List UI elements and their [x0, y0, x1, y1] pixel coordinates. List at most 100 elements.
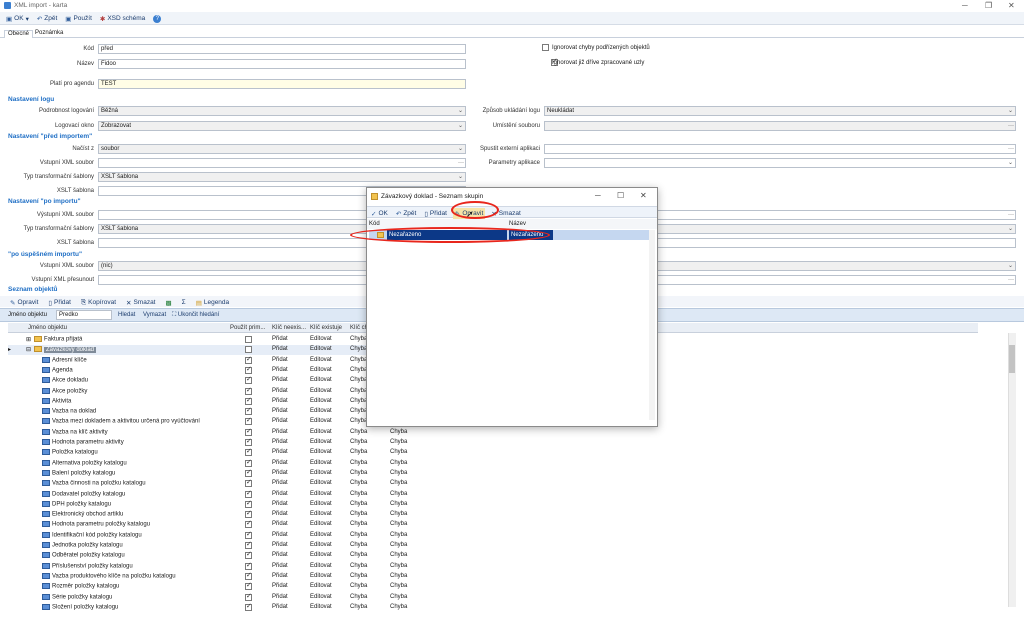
row-cell-d[interactable]: Chyba: [390, 594, 407, 600]
dialog-ok-button[interactable]: ✓ OK: [369, 208, 390, 219]
row-cell-b[interactable]: Editovat: [310, 470, 332, 476]
row-primary-checkbox[interactable]: [245, 437, 252, 446]
row-cell-a[interactable]: Přidat: [272, 573, 288, 579]
row-cell-b[interactable]: Editovat: [310, 418, 332, 424]
row-cell-d[interactable]: Chyba: [390, 552, 407, 558]
row-cell-c[interactable]: Chyba: [350, 521, 367, 527]
col-name[interactable]: Jméno objektu: [28, 325, 67, 331]
row-cell-a[interactable]: Přidat: [272, 357, 288, 363]
table-row[interactable]: Vazba mezi dokladem a aktivitou určená p…: [8, 416, 428, 427]
table-row[interactable]: Odběratel položky katalogu Přidat Editovat…: [8, 550, 428, 561]
row-cell-c[interactable]: Chyba: [350, 367, 367, 373]
row-cell-d[interactable]: Chyba: [390, 511, 407, 517]
ellipsis-icon[interactable]: ···: [1008, 211, 1014, 219]
zpusob-select[interactable]: Neukládat ⌄: [544, 106, 1016, 116]
row-cell-b[interactable]: Editovat: [310, 573, 332, 579]
row-cell-a[interactable]: Přidat: [272, 429, 288, 435]
row-cell-b[interactable]: Editovat: [310, 336, 332, 342]
row-cell-b[interactable]: Editovat: [310, 346, 332, 352]
ellipsis-icon[interactable]: ···: [1008, 145, 1014, 153]
row-cell-b[interactable]: Editovat: [310, 491, 332, 497]
find-button[interactable]: Hledat: [118, 312, 135, 318]
row-cell-d[interactable]: Chyba: [390, 542, 407, 548]
excel-button[interactable]: ▩: [164, 297, 174, 308]
row-cell-b[interactable]: Editovat: [310, 460, 332, 466]
row-primary-checkbox[interactable]: [245, 386, 252, 395]
table-row[interactable]: Hodnota parametru aktivity Přidat Editovat…: [8, 437, 428, 448]
row-cell-b[interactable]: Editovat: [310, 398, 332, 404]
row-cell-b[interactable]: Editovat: [310, 357, 332, 363]
row-cell-c[interactable]: Chyba: [350, 388, 367, 394]
tab-general[interactable]: Obecné: [4, 30, 34, 38]
row-primary-checkbox[interactable]: [245, 396, 252, 405]
legend-button[interactable]: ▤ Legenda: [194, 297, 231, 308]
row-cell-c[interactable]: Chyba: [350, 470, 367, 476]
table-row[interactable]: Alternativa položky katalogu Přidat Editov…: [8, 458, 428, 469]
vstupni-field[interactable]: ···: [98, 158, 466, 168]
row-cell-b[interactable]: Editovat: [310, 563, 332, 569]
dialog-col-nazev[interactable]: Název: [509, 221, 526, 227]
row-cell-a[interactable]: Přidat: [272, 511, 288, 517]
table-row[interactable]: Identifikační kód položky katalogu Přidat…: [8, 530, 428, 541]
row-cell-b[interactable]: Editovat: [310, 480, 332, 486]
row-cell-d[interactable]: Chyba: [390, 449, 407, 455]
ellipsis-icon[interactable]: ···: [1008, 276, 1014, 284]
table-row[interactable]: Vazba produktového klíče na položku kata…: [8, 571, 428, 582]
row-cell-c[interactable]: Chyba: [350, 429, 367, 435]
row-cell-a[interactable]: Přidat: [272, 563, 288, 569]
minimize-icon[interactable]: ─: [962, 1, 968, 10]
table-row[interactable]: Série položky katalogu Přidat Editovat Chyb…: [8, 592, 428, 603]
row-cell-b[interactable]: Editovat: [310, 552, 332, 558]
row-cell-c[interactable]: Chyba: [350, 418, 367, 424]
save-ok-button[interactable]: ▣ OK ▾: [4, 13, 31, 24]
row-cell-a[interactable]: Přidat: [272, 388, 288, 394]
row-cell-a[interactable]: Přidat: [272, 480, 288, 486]
row-primary-checkbox[interactable]: [245, 509, 252, 519]
row-cell-a[interactable]: Přidat: [272, 377, 288, 383]
row-cell-c[interactable]: Chyba: [350, 542, 367, 548]
edit-object-button[interactable]: ✎ Opravit: [8, 297, 40, 308]
row-cell-a[interactable]: Přidat: [272, 521, 288, 527]
dialog-col-kod[interactable]: Kód: [369, 221, 380, 227]
nacist-select[interactable]: soubor ⌄: [98, 144, 466, 154]
row-cell-b[interactable]: Editovat: [310, 594, 332, 600]
row-primary-checkbox[interactable]: [245, 478, 252, 488]
close-icon[interactable]: ✕: [1008, 1, 1015, 10]
table-row[interactable]: Složení položky katalogu Přidat Editovat Ch…: [8, 602, 428, 613]
row-cell-d[interactable]: Chyba: [390, 480, 407, 486]
table-row[interactable]: Vazba na klíč aktivity Přidat Editovat Chyb…: [8, 427, 428, 438]
table-row[interactable]: Příslušenství položky katalogu Přidat Edit…: [8, 561, 428, 572]
row-cell-c[interactable]: Chyba: [350, 377, 367, 383]
table-row[interactable]: Adresní klíče Přidat Editovat Chyba: [8, 355, 428, 366]
search-input[interactable]: Predko: [56, 310, 112, 320]
row-cell-c[interactable]: Chyba: [350, 573, 367, 579]
row-cell-c[interactable]: Chyba: [350, 439, 367, 445]
row-cell-b[interactable]: Editovat: [310, 367, 332, 373]
row-cell-d[interactable]: Chyba: [390, 501, 407, 507]
row-cell-b[interactable]: Editovat: [310, 501, 332, 507]
tab-note[interactable]: Poznámka: [32, 30, 66, 38]
row-cell-b[interactable]: Editovat: [310, 583, 332, 589]
table-row[interactable]: DPH položky katalogu Přidat Editovat Chyba C…: [8, 499, 428, 510]
ellipsis-icon[interactable]: ···: [1008, 122, 1014, 130]
agenda-field[interactable]: TEST: [98, 79, 466, 89]
ellipsis-icon[interactable]: ···: [458, 159, 464, 167]
row-primary-checkbox[interactable]: [245, 581, 252, 591]
row-cell-b[interactable]: Editovat: [310, 604, 332, 610]
row-primary-checkbox[interactable]: [245, 592, 252, 601]
row-primary-checkbox[interactable]: [245, 561, 252, 570]
row-cell-d[interactable]: Chyba: [390, 583, 407, 589]
row-cell-c[interactable]: Chyba: [350, 563, 367, 569]
row-cell-d[interactable]: Chyba: [390, 460, 407, 466]
row-cell-c[interactable]: Chyba: [350, 449, 367, 455]
row-cell-c[interactable]: Chyba: [350, 460, 367, 466]
row-cell-a[interactable]: Přidat: [272, 532, 288, 538]
row-cell-b[interactable]: Editovat: [310, 542, 332, 548]
row-cell-c[interactable]: Chyba: [350, 604, 367, 610]
row-primary-checkbox[interactable]: [245, 540, 252, 549]
pred-typ-select[interactable]: XSLT šablona ⌄: [98, 172, 466, 182]
row-cell-c[interactable]: Chyba: [350, 346, 367, 352]
row-cell-b[interactable]: Editovat: [310, 377, 332, 383]
row-cell-b[interactable]: Editovat: [310, 388, 332, 394]
row-primary-checkbox[interactable]: [245, 406, 252, 416]
